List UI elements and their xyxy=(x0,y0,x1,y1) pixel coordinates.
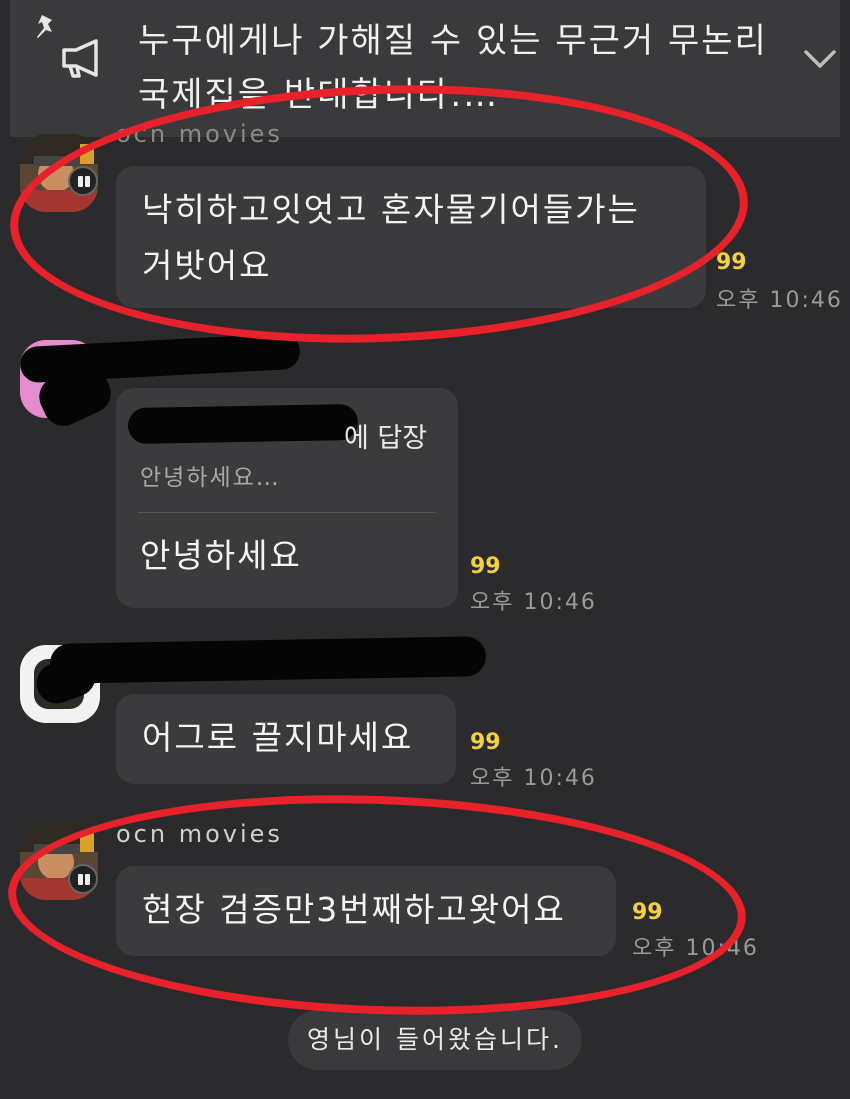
reply-label: 에 답장 xyxy=(344,423,428,454)
message-text: 안녕하세요 xyxy=(140,536,302,575)
message-time: 오후 10:46 xyxy=(716,288,843,313)
reply-quote: 안녕하세요… xyxy=(140,465,281,491)
unread-count: 99 xyxy=(470,554,501,579)
chevron-down-icon[interactable] xyxy=(800,44,840,72)
unread-count: 99 xyxy=(470,730,501,755)
message-bubble[interactable]: 어그로 끌지마세요 xyxy=(116,694,456,784)
divider xyxy=(138,512,436,513)
message-text: 어그로 끌지마세요 xyxy=(142,718,414,757)
reply-bubble[interactable]: 에 답장 안녕하세요… 안녕하세요 xyxy=(116,388,458,608)
unread-count: 99 xyxy=(716,250,747,275)
redaction-mark xyxy=(49,636,487,684)
system-message: 영님이 들어왔습니다. xyxy=(288,1010,582,1070)
annotation-ring xyxy=(4,783,750,1027)
pin-icon xyxy=(37,15,52,38)
message-time: 오후 10:46 xyxy=(470,590,597,615)
megaphone-icon xyxy=(62,39,98,78)
message-time: 오후 10:46 xyxy=(470,766,597,791)
redaction-mark xyxy=(127,403,359,445)
